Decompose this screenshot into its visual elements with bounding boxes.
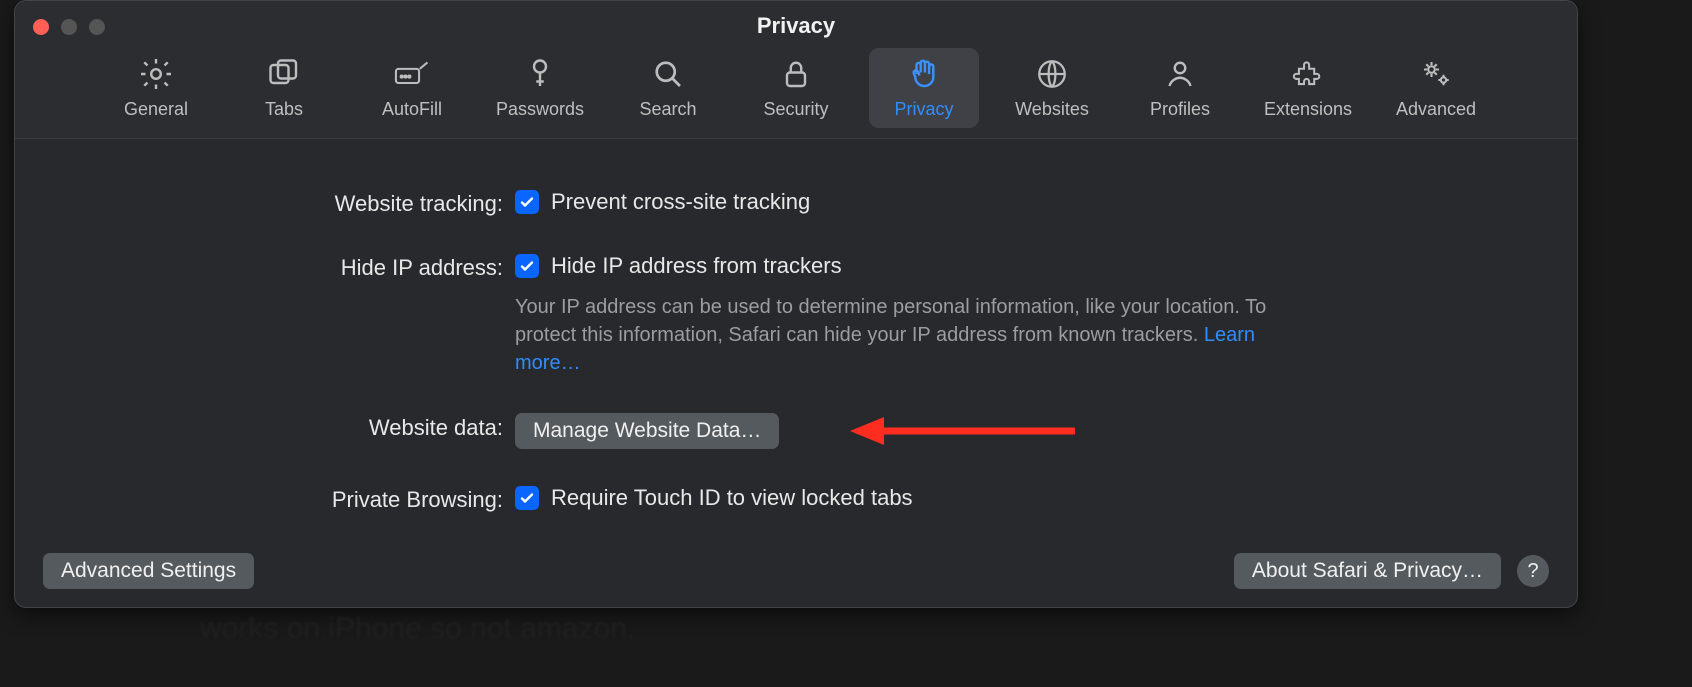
tab-label: Extensions bbox=[1264, 99, 1352, 120]
tab-advanced[interactable]: Advanced bbox=[1381, 48, 1491, 128]
window-title: Privacy bbox=[15, 13, 1577, 39]
globe-icon bbox=[1034, 54, 1070, 93]
footer: Advanced Settings About Safari & Privacy… bbox=[15, 553, 1577, 589]
tab-label: Advanced bbox=[1396, 99, 1476, 120]
checkbox-label: Require Touch ID to view locked tabs bbox=[551, 485, 913, 511]
hide-ip-description: Your IP address can be used to determine… bbox=[515, 293, 1275, 377]
checkbox-require-touch-id[interactable] bbox=[515, 486, 539, 510]
autofill-icon bbox=[394, 54, 430, 93]
tab-label: Security bbox=[763, 99, 828, 120]
tab-label: AutoFill bbox=[382, 99, 442, 120]
tab-autofill[interactable]: AutoFill bbox=[357, 48, 467, 128]
preferences-toolbar: General Tabs AutoFill Passwords bbox=[15, 48, 1577, 128]
search-icon bbox=[650, 54, 686, 93]
help-button[interactable]: ? bbox=[1517, 555, 1549, 587]
tab-security[interactable]: Security bbox=[741, 48, 851, 128]
tab-label: Passwords bbox=[496, 99, 584, 120]
row-website-tracking: Website tracking: Prevent cross-site tra… bbox=[75, 189, 1517, 217]
tab-search[interactable]: Search bbox=[613, 48, 723, 128]
manage-website-data-button[interactable]: Manage Website Data… bbox=[515, 413, 779, 449]
preferences-content: Website tracking: Prevent cross-site tra… bbox=[15, 139, 1577, 537]
tab-general[interactable]: General bbox=[101, 48, 211, 128]
tab-label: Tabs bbox=[265, 99, 303, 120]
gears-icon bbox=[1418, 54, 1454, 93]
row-label: Private Browsing: bbox=[75, 485, 515, 513]
row-label: Website data: bbox=[75, 413, 515, 441]
tab-label: Profiles bbox=[1150, 99, 1210, 120]
tab-tabs[interactable]: Tabs bbox=[229, 48, 339, 128]
tab-privacy[interactable]: Privacy bbox=[869, 48, 979, 128]
profile-icon bbox=[1162, 54, 1198, 93]
checkbox-label: Hide IP address from trackers bbox=[551, 253, 842, 279]
tabs-icon bbox=[266, 54, 302, 93]
tab-extensions[interactable]: Extensions bbox=[1253, 48, 1363, 128]
tab-label: Websites bbox=[1015, 99, 1089, 120]
hand-icon bbox=[906, 54, 942, 93]
advanced-settings-button[interactable]: Advanced Settings bbox=[43, 553, 254, 589]
tab-profiles[interactable]: Profiles bbox=[1125, 48, 1235, 128]
titlebar: Privacy General Tabs AutoFill bbox=[15, 1, 1577, 139]
tab-passwords[interactable]: Passwords bbox=[485, 48, 595, 128]
puzzle-icon bbox=[1290, 54, 1326, 93]
about-safari-privacy-button[interactable]: About Safari & Privacy… bbox=[1234, 553, 1501, 589]
tab-websites[interactable]: Websites bbox=[997, 48, 1107, 128]
row-website-data: Website data: Manage Website Data… bbox=[75, 413, 1517, 449]
row-hide-ip-address: Hide IP address: Hide IP address from tr… bbox=[75, 253, 1517, 377]
checkbox-prevent-cross-site-tracking[interactable] bbox=[515, 190, 539, 214]
row-label: Hide IP address: bbox=[75, 253, 515, 281]
background-text: works on iPhone so not amazon. bbox=[200, 612, 635, 646]
tab-label: General bbox=[124, 99, 188, 120]
tab-label: Search bbox=[639, 99, 696, 120]
gear-icon bbox=[138, 54, 174, 93]
tab-label: Privacy bbox=[894, 99, 953, 120]
checkbox-hide-ip-from-trackers[interactable] bbox=[515, 254, 539, 278]
checkbox-label: Prevent cross-site tracking bbox=[551, 189, 810, 215]
row-label: Website tracking: bbox=[75, 189, 515, 217]
preferences-window: Privacy General Tabs AutoFill bbox=[14, 0, 1578, 608]
lock-icon bbox=[778, 54, 814, 93]
key-icon bbox=[522, 54, 558, 93]
row-private-browsing: Private Browsing: Require Touch ID to vi… bbox=[75, 485, 1517, 513]
